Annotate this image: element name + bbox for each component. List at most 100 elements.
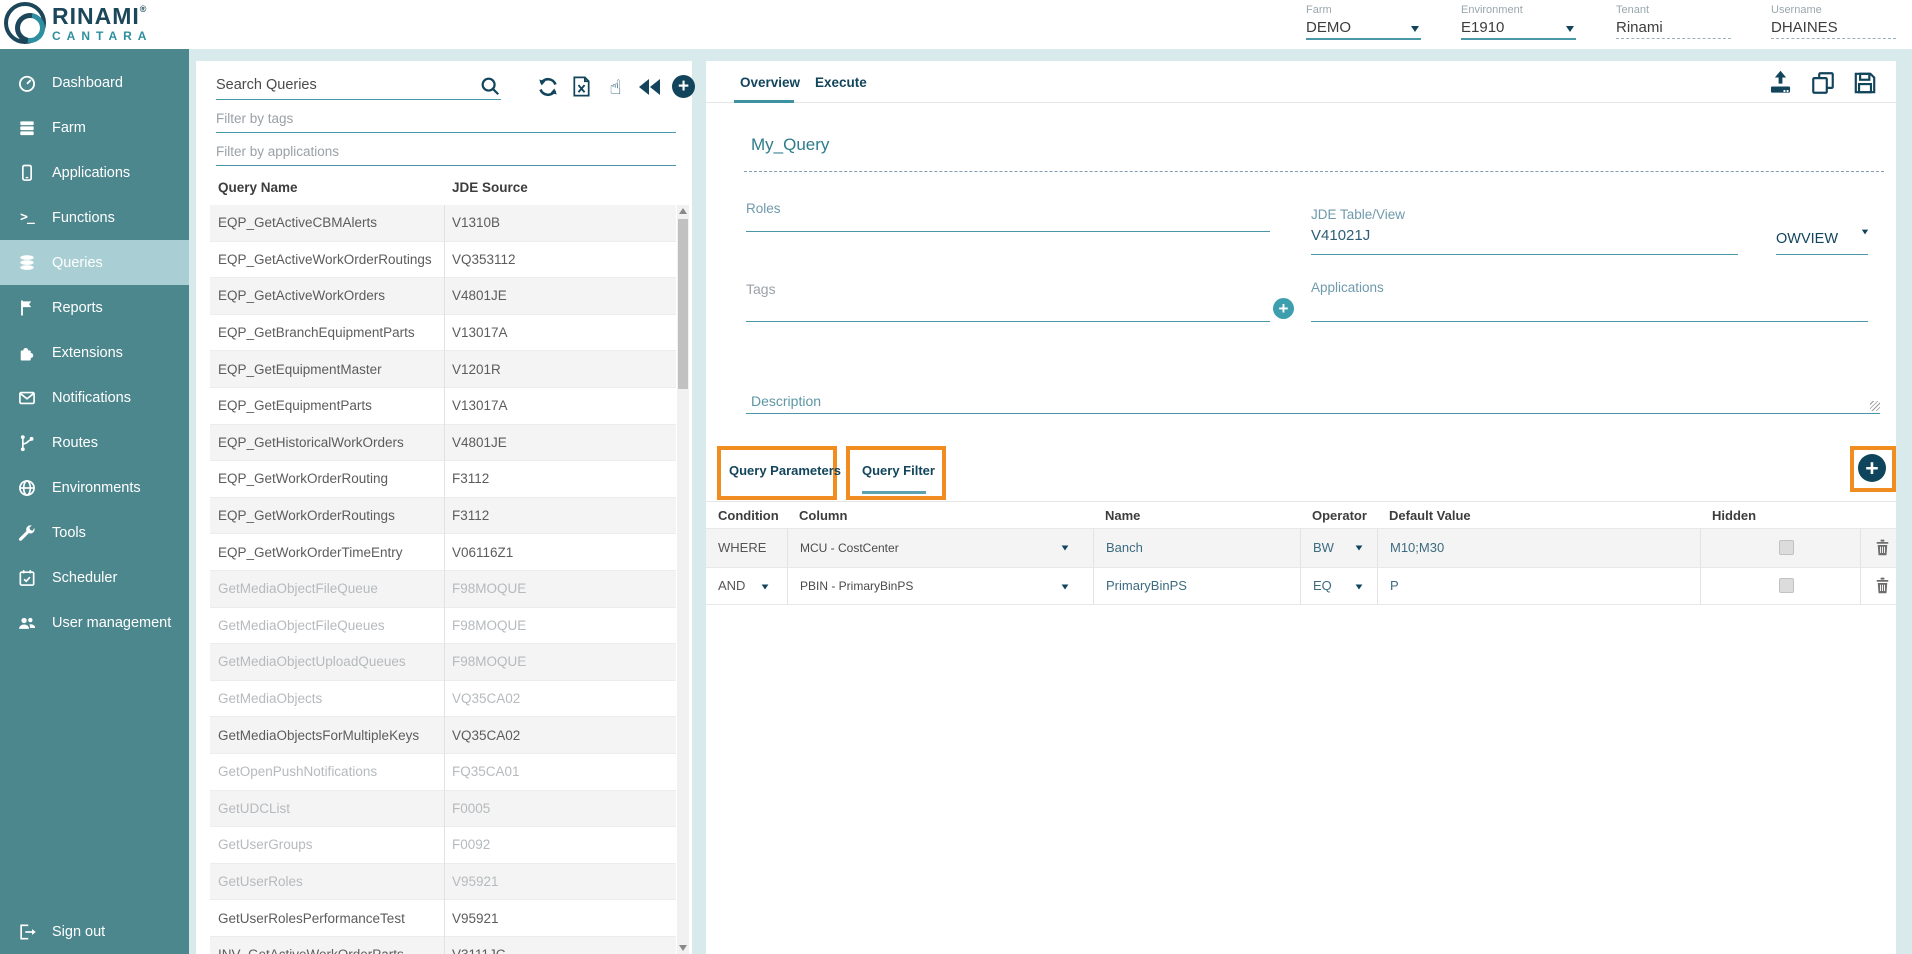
filter-by-tags-input[interactable] [216, 106, 676, 133]
query-name-underline [744, 171, 1884, 172]
add-tag-icon[interactable]: + [1273, 298, 1294, 319]
name-input[interactable]: Banch [1093, 529, 1300, 567]
textarea-resize-handle[interactable] [1870, 401, 1880, 411]
query-row[interactable]: GetOpenPushNotificationsFQ35CA01 [210, 754, 676, 791]
sidebar-item-scheduler[interactable]: Scheduler [0, 555, 189, 600]
query-row[interactable]: EQP_GetWorkOrderTimeEntryV06116Z1 [210, 534, 676, 571]
jde-table-view-input[interactable]: V41021J [1311, 227, 1370, 244]
add-query-icon[interactable]: + [671, 74, 696, 99]
query-row[interactable]: EQP_GetEquipmentMasterV1201R [210, 351, 676, 388]
farm-select[interactable]: Farm DEMO [1306, 4, 1421, 40]
query-row[interactable]: GetUserRolesPerformanceTestV95921 [210, 900, 676, 937]
query-row[interactable]: EQP_GetBranchEquipmentPartsV13017A [210, 315, 676, 352]
query-row[interactable]: GetMediaObjectsForMultipleKeysVQ35CA02 [210, 717, 676, 754]
description-input[interactable] [746, 413, 1880, 414]
add-filter-row-button[interactable]: + [1858, 454, 1886, 482]
save-icon[interactable] [1851, 69, 1878, 96]
sidebar-item-functions[interactable]: >_ Functions [0, 195, 189, 240]
query-row[interactable]: EQP_GetEquipmentPartsV13017A [210, 388, 676, 425]
sidebar-item-tools[interactable]: Tools [0, 510, 189, 555]
farm-icon [16, 117, 38, 139]
name-input[interactable]: PrimaryBinPS [1093, 568, 1300, 605]
sidebar-item-notifications[interactable]: Notifications [0, 375, 189, 420]
sidebar-item-reports[interactable]: Reports [0, 285, 189, 330]
sidebar-label: Sign out [52, 924, 105, 940]
tab-query-parameters[interactable]: Query Parameters [729, 463, 841, 478]
sign-out-icon [16, 921, 38, 943]
chevron-down-icon [1566, 26, 1574, 32]
tags-input[interactable] [746, 321, 1270, 322]
sidebar-item-sign-out[interactable]: Sign out [0, 910, 189, 954]
roles-label: Roles [746, 201, 781, 216]
sidebar-label: User management [52, 615, 171, 631]
query-row[interactable]: EQP_GetActiveWorkOrdersV4801JE [210, 278, 676, 315]
view-type-select[interactable]: OWVIEW [1776, 231, 1838, 247]
default-value-input[interactable]: P [1377, 568, 1700, 605]
chevron-down-icon [1356, 584, 1363, 589]
select-hand-icon[interactable]: ☝ [603, 74, 628, 99]
filter-by-applications-input[interactable] [216, 139, 676, 166]
scroll-up-arrow-icon[interactable] [679, 208, 687, 214]
query-row[interactable]: EQP_GetHistoricalWorkOrdersV4801JE [210, 425, 676, 462]
scroll-down-arrow-icon[interactable] [679, 945, 687, 951]
search-icon [479, 75, 501, 102]
copy-icon[interactable] [1809, 69, 1836, 96]
collapse-icon[interactable] [637, 74, 662, 99]
query-name-field[interactable]: My_Query [751, 135, 829, 155]
query-row[interactable]: GetUserGroupsF0092 [210, 827, 676, 864]
trash-icon[interactable] [1873, 538, 1892, 557]
sidebar-item-user-management[interactable]: User management [0, 600, 189, 645]
chevron-down-icon [1062, 584, 1069, 589]
logo-icon [4, 2, 46, 44]
operator-select[interactable]: BW [1300, 529, 1377, 567]
hidden-checkbox[interactable] [1779, 578, 1794, 593]
tab-query-filter[interactable]: Query Filter [862, 463, 935, 478]
environment-select[interactable]: Environment E1910 [1461, 4, 1576, 40]
query-row[interactable]: GetUserRolesV95921 [210, 864, 676, 901]
query-list-scrollbar[interactable] [677, 205, 689, 954]
search-queries-input[interactable] [216, 73, 501, 100]
tenant-label: Tenant [1616, 4, 1731, 16]
column-select[interactable]: MCU - CostCenter [787, 529, 1093, 567]
condition-select[interactable]: AND [706, 568, 787, 605]
refresh-icon[interactable] [535, 74, 560, 99]
sidebar-item-queries[interactable]: Queries [0, 240, 189, 285]
delete-cell [1860, 568, 1896, 605]
sidebar-item-environments[interactable]: Environments [0, 465, 189, 510]
username-value: DHAINES [1771, 16, 1896, 39]
delete-cell [1860, 529, 1896, 567]
query-row[interactable]: GetUDCListF0005 [210, 791, 676, 828]
sidebar-item-extensions[interactable]: Extensions [0, 330, 189, 375]
scrollbar-thumb[interactable] [678, 219, 688, 389]
query-row[interactable]: GetMediaObjectFileQueueF98MOQUE [210, 571, 676, 608]
sidebar-item-farm[interactable]: Farm [0, 105, 189, 150]
export-excel-icon[interactable] [569, 74, 594, 99]
roles-input[interactable] [746, 231, 1270, 232]
filter-table-header: Condition Column Name Operator Default V… [706, 501, 1896, 528]
column-header-hidden: Hidden [1700, 508, 1860, 523]
query-row[interactable]: EQP_GetWorkOrderRoutingF3112 [210, 461, 676, 498]
tab-overview[interactable]: Overview [740, 61, 800, 103]
query-row[interactable]: EQP_GetWorkOrderRoutingsF3112 [210, 498, 676, 535]
environment-value: E1910 [1461, 19, 1504, 36]
chevron-down-icon [1356, 545, 1363, 550]
query-row[interactable]: EQP_GetActiveWorkOrderRoutingsVQ353112 [210, 242, 676, 279]
sidebar-item-applications[interactable]: Applications [0, 150, 189, 195]
query-row[interactable]: GetMediaObjectUploadQueuesF98MOQUE [210, 644, 676, 681]
top-header: RINAMI® CANTARA Farm DEMO Environment E1… [0, 0, 1912, 49]
query-row[interactable]: GetMediaObjectsVQ35CA02 [210, 681, 676, 718]
default-value-input[interactable]: M10;M30 [1377, 529, 1700, 567]
column-select[interactable]: PBIN - PrimaryBinPS [787, 568, 1093, 605]
operator-select[interactable]: EQ [1300, 568, 1377, 605]
tab-execute[interactable]: Execute [815, 61, 867, 103]
upload-icon[interactable] [1767, 69, 1794, 96]
logo-title: RINAMI® [52, 5, 152, 28]
applications-input[interactable] [1311, 321, 1868, 322]
trash-icon[interactable] [1873, 576, 1892, 595]
query-row[interactable]: EQP_GetActiveCBMAlertsV1310B [210, 205, 676, 242]
sidebar-item-routes[interactable]: Routes [0, 420, 189, 465]
sidebar-item-dashboard[interactable]: Dashboard [0, 60, 189, 105]
query-row[interactable]: GetMediaObjectFileQueuesF98MOQUE [210, 608, 676, 645]
query-row[interactable]: INV_GetActiveWorkOrderPartsV3111JC [210, 937, 676, 954]
hidden-checkbox[interactable] [1779, 540, 1794, 555]
